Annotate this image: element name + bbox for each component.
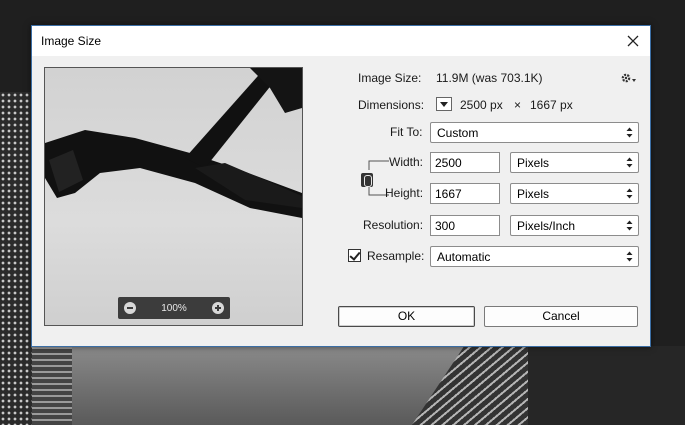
image-size-label: Image Size: — [358, 71, 422, 85]
background-workspace — [528, 346, 685, 425]
cancel-button[interactable]: Cancel — [484, 306, 638, 327]
resolution-unit-select[interactable]: Pixels/Inch — [510, 215, 639, 236]
image-size-dialog: Image Size 100% Image Size: 11.9M (was 7… — [31, 25, 651, 347]
height-label: Height: — [385, 186, 424, 200]
resample-checkbox[interactable] — [348, 249, 361, 262]
width-input[interactable]: 2500 — [430, 152, 500, 173]
background-building-bottom-left — [32, 346, 72, 425]
dimensions-unit-dropdown-icon[interactable] — [436, 97, 452, 111]
height-unit-value: Pixels — [517, 187, 550, 201]
resolution-value: 300 — [435, 219, 456, 233]
resolution-input[interactable]: 300 — [430, 215, 500, 236]
close-button[interactable] — [616, 26, 650, 56]
dimensions-height-value: 1667 px — [530, 98, 573, 112]
resolution-label: Resolution: — [363, 218, 424, 232]
fit-to-value: Custom — [437, 126, 479, 140]
dimensions-separator: × — [514, 98, 522, 112]
select-arrows-icon — [626, 220, 633, 231]
zoom-level: 100% — [161, 302, 187, 314]
height-value: 1667 — [435, 187, 462, 201]
height-input[interactable]: 1667 — [430, 183, 500, 204]
dimensions-label: Dimensions: — [358, 98, 425, 112]
fit-to-label: Fit To: — [390, 125, 423, 139]
resample-method-value: Automatic — [437, 250, 491, 264]
resample-label: Resample: — [367, 249, 425, 263]
image-size-value: 11.9M (was 703.1K) — [436, 71, 543, 85]
zoom-in-icon[interactable] — [211, 302, 224, 314]
image-preview[interactable]: 100% — [44, 67, 303, 326]
dialog-titlebar[interactable]: Image Size — [32, 26, 650, 56]
gear-icon[interactable] — [620, 71, 638, 85]
select-arrows-icon — [626, 127, 633, 138]
select-arrows-icon — [626, 251, 633, 262]
preview-image — [45, 68, 302, 218]
ok-button[interactable]: OK — [338, 306, 475, 327]
width-unit-select[interactable]: Pixels — [510, 152, 639, 173]
select-arrows-icon — [626, 188, 633, 199]
width-value: 2500 — [435, 156, 462, 170]
select-arrows-icon — [626, 157, 633, 168]
resolution-unit-value: Pixels/Inch — [517, 219, 576, 233]
resample-method-select[interactable]: Automatic — [430, 246, 639, 267]
width-unit-value: Pixels — [517, 156, 550, 170]
constrain-proportions-link-icon[interactable] — [361, 173, 373, 187]
zoom-out-icon[interactable] — [124, 302, 136, 314]
dialog-title: Image Size — [41, 34, 102, 48]
width-label: Width: — [389, 155, 424, 169]
height-unit-select[interactable]: Pixels — [510, 183, 639, 204]
zoom-control: 100% — [118, 297, 230, 319]
background-building-left — [0, 92, 32, 425]
fit-to-select[interactable]: Custom — [430, 122, 639, 143]
dimensions-width-value: 2500 px — [460, 98, 503, 112]
close-icon — [627, 35, 639, 47]
